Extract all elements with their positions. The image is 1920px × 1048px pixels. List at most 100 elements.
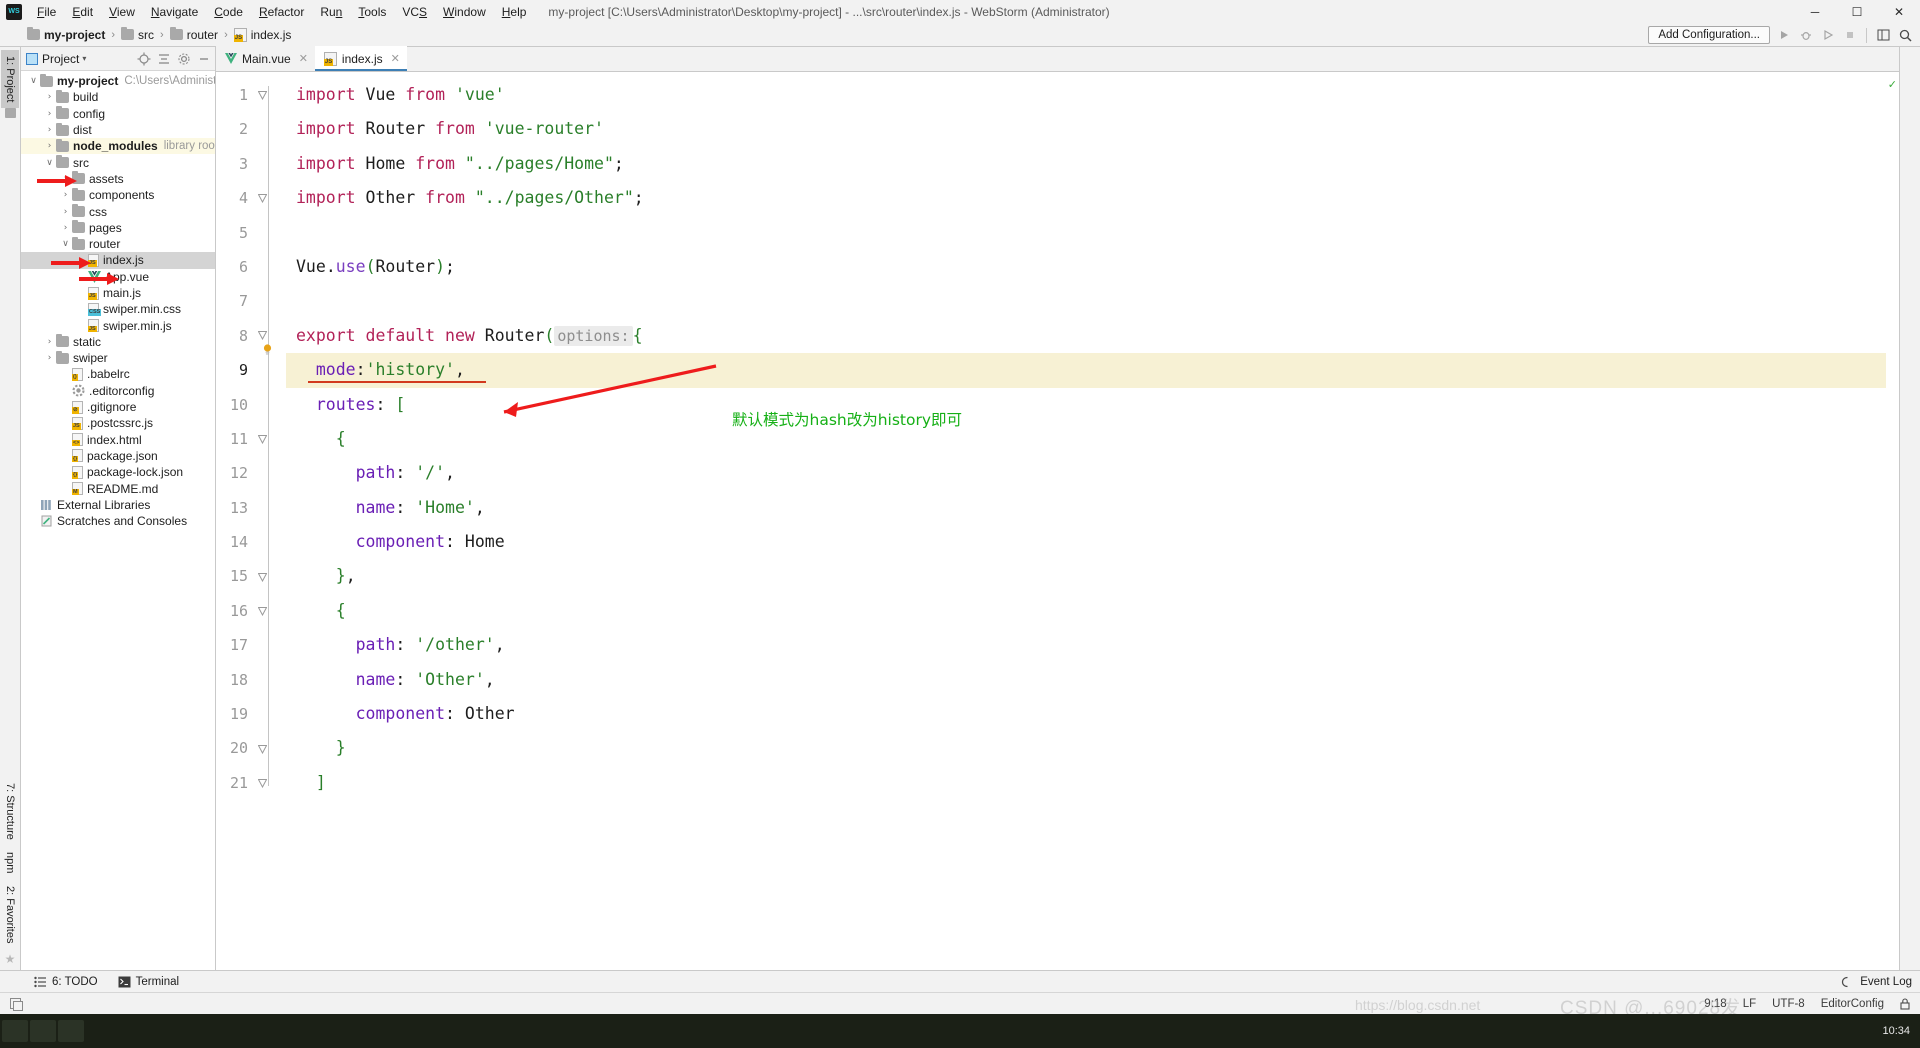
code-line-1[interactable]: import Vue from 'vue' [286,78,1886,112]
chevron-icon[interactable]: › [43,92,56,102]
editor-marker-bar[interactable]: ✓ [1886,72,1899,970]
fold-marker-line-20[interactable] [257,744,268,755]
menu-window[interactable]: Window [435,3,494,21]
chevron-icon[interactable]: ∨ [59,239,72,249]
line-number-8[interactable]: 8 [216,319,286,353]
breadcrumb-my-project[interactable]: my-project [24,27,108,43]
menu-tools[interactable]: Tools [350,3,394,21]
code-line-8[interactable]: export default new Router(options:{ [286,319,1886,353]
line-number-17[interactable]: 17 [216,628,286,662]
line-number-11[interactable]: 11 [216,422,286,456]
line-number-2[interactable]: 2 [216,112,286,146]
fold-marker-line-15[interactable] [257,572,268,583]
tree-item--editorconfig[interactable]: .editorconfig [21,383,215,399]
tool-window-structure[interactable]: 7: Structure [1,777,19,846]
run-icon[interactable] [1775,27,1792,44]
line-number-14[interactable]: 14 [216,525,286,559]
menu-refactor[interactable]: Refactor [251,3,312,21]
tree-item--gitignore[interactable]: ⊘ .gitignore [21,399,215,415]
chevron-icon[interactable]: › [43,109,56,119]
breadcrumb-router[interactable]: router [167,27,221,43]
menu-code[interactable]: Code [206,3,251,21]
tree-item-node-modules[interactable]: › node_modules library root [21,138,215,155]
line-number-1[interactable]: 1 [216,78,286,112]
taskbar-item[interactable] [2,1020,28,1042]
code-line-3[interactable]: import Home from "../pages/Home"; [286,147,1886,181]
taskbar-item[interactable] [30,1020,56,1042]
stop-icon[interactable] [1841,27,1858,44]
code-line-5[interactable] [286,216,1886,250]
tree-item-css[interactable]: › css [21,203,215,219]
code-line-4[interactable]: import Other from "../pages/Other"; [286,181,1886,215]
tool-window-todo[interactable]: 6: TODO [24,976,108,988]
tool-window-terminal[interactable]: Terminal [108,976,189,988]
project-file-tree[interactable]: ∨ my-project C:\Users\Administrato › build › c… [21,71,215,970]
close-icon[interactable]: ✕ [299,52,308,65]
line-number-18[interactable]: 18 [216,663,286,697]
code-line-9[interactable]: mode:'history', [286,353,1886,388]
line-number-16[interactable]: 16 [216,594,286,628]
fold-marker-line-1[interactable] [257,90,268,101]
hide-panel-icon[interactable] [196,51,212,67]
tree-item-router[interactable]: ∨ router [21,236,215,252]
code-line-18[interactable]: name: 'Other', [286,663,1886,697]
menu-vcs[interactable]: VCS [394,3,435,21]
menu-navigate[interactable]: Navigate [143,3,206,21]
add-configuration-button[interactable]: Add Configuration... [1648,26,1770,44]
code-line-14[interactable]: component: Home [286,525,1886,559]
taskbar-clock[interactable]: 10:34 [1882,1025,1910,1037]
tree-item-package-lock-json[interactable]: {} package-lock.json [21,464,215,480]
chevron-icon[interactable]: › [43,141,56,151]
close-icon[interactable]: ✕ [391,52,400,65]
chevron-icon[interactable]: ∨ [27,76,40,86]
tree-item-index-js[interactable]: JS index.js [21,252,215,269]
menu-help[interactable]: Help [494,3,535,21]
tree-item-main-js[interactable]: JS main.js [21,285,215,301]
tree-item-dist[interactable]: › dist [21,122,215,138]
code-line-19[interactable]: component: Other [286,697,1886,731]
tree-item-assets[interactable]: › assets [21,171,215,187]
code-line-20[interactable]: } [286,731,1886,765]
chevron-icon[interactable]: › [43,337,56,347]
tool-window-npm[interactable]: npm [1,846,19,879]
line-number-20[interactable]: 20 [216,731,286,765]
file-encoding[interactable]: UTF-8 [1772,998,1805,1010]
editorconfig-indicator[interactable]: EditorConfig [1821,998,1884,1010]
code-line-17[interactable]: path: '/other', [286,628,1886,662]
tree-item-scratches-and-consoles[interactable]: Scratches and Consoles [21,513,215,529]
tree-item-src[interactable]: ∨ src [21,154,215,170]
line-number-4[interactable]: 4 [216,181,286,215]
code-line-6[interactable]: Vue.use(Router); [286,250,1886,284]
code-line-16[interactable]: { [286,594,1886,628]
breadcrumb-index-js[interactable]: index.js [231,27,295,43]
project-widget-icon[interactable] [10,998,23,1011]
tool-window-favorites[interactable]: 2: Favorites [1,880,19,949]
close-button[interactable]: ✕ [1878,0,1920,23]
tree-item-app-vue[interactable]: App.vue [21,269,215,285]
locate-icon[interactable] [136,51,152,67]
collapse-all-icon[interactable] [156,51,172,67]
tree-item-external-libraries[interactable]: External Libraries [21,497,215,513]
line-number-6[interactable]: 6 [216,250,286,284]
chevron-icon[interactable]: › [59,207,72,217]
caret-position[interactable]: 9:18 [1704,998,1726,1010]
menu-view[interactable]: View [101,3,143,21]
chevron-down-icon[interactable]: ▾ [82,54,86,63]
lock-icon[interactable] [1900,997,1910,1010]
line-number-3[interactable]: 3 [216,147,286,181]
event-log-button[interactable]: Event Log [1841,976,1912,988]
line-number-21[interactable]: 21 [216,766,286,800]
breadcrumb-src[interactable]: src [118,27,157,43]
chevron-icon[interactable]: ∨ [43,158,56,168]
tree-item-my-project[interactable]: ∨ my-project C:\Users\Administrato [21,73,215,89]
code-editor[interactable]: 1 2 3 4 5 6 7 8 9 10 11 12 13 14 15 16 17 18 19 20 21 import… [216,72,1899,970]
tree-item-pages[interactable]: › pages [21,220,215,236]
tree-item-swiper[interactable]: › swiper [21,350,215,366]
tree-item--postcssrc-js[interactable]: JS .postcssrc.js [21,415,215,431]
code-line-12[interactable]: path: '/', [286,456,1886,490]
line-number-12[interactable]: 12 [216,456,286,490]
chevron-icon[interactable]: › [59,223,72,233]
code-line-7[interactable] [286,284,1886,318]
debug-icon[interactable] [1797,27,1814,44]
tree-item--babelrc[interactable]: () .babelrc [21,366,215,382]
